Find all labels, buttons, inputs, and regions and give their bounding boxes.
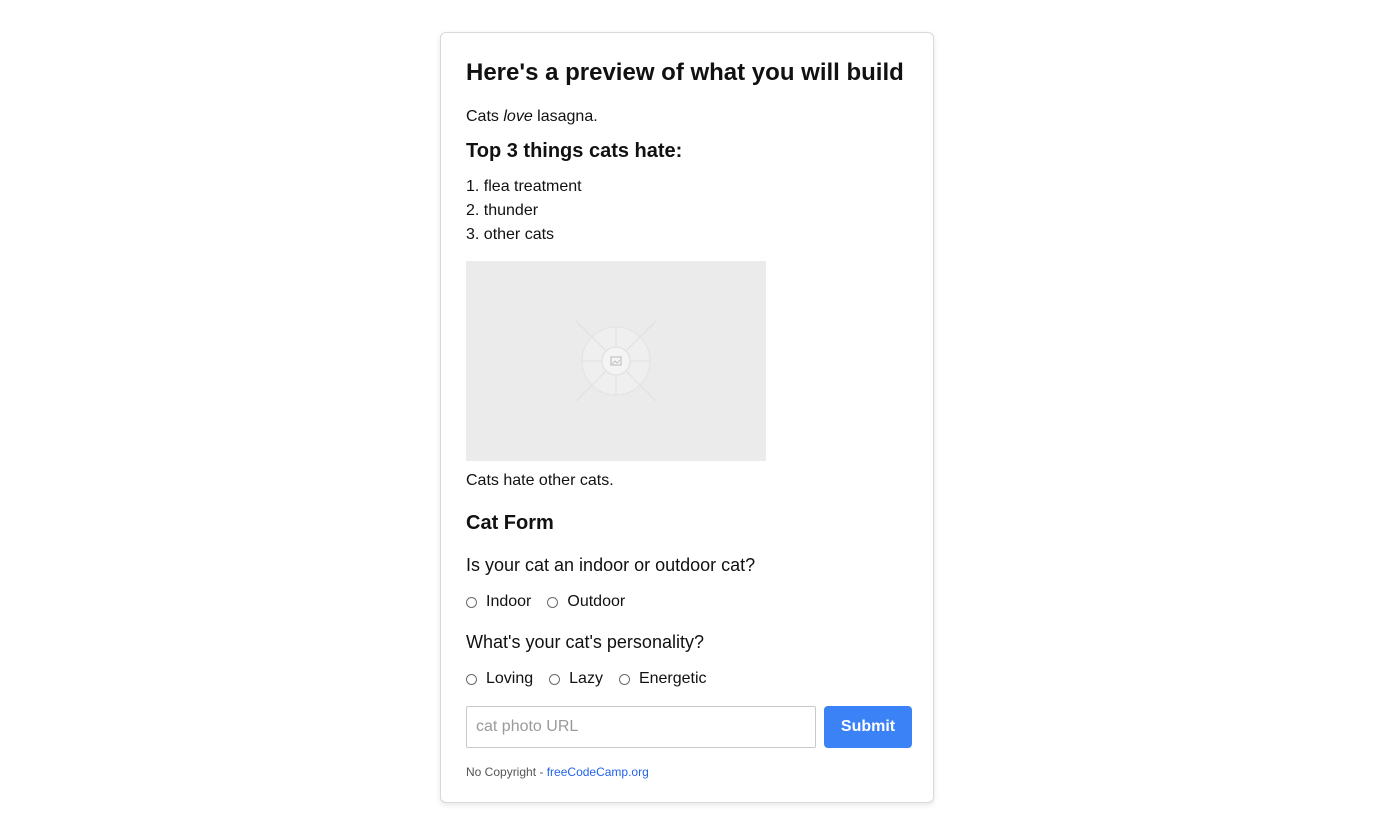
preview-card: Here's a preview of what you will build … xyxy=(440,32,934,803)
image-caption: Cats hate other cats. xyxy=(466,472,614,489)
intro-text: Cats love lasagna. xyxy=(466,108,598,126)
image-placeholder-icon xyxy=(466,261,766,461)
radio-indoor[interactable]: Indoor xyxy=(466,590,531,614)
cat-image-placeholder xyxy=(466,261,766,461)
radio-indoor-circle[interactable] xyxy=(466,596,477,608)
footer-text: No Copyright - xyxy=(466,765,544,779)
radio-loving[interactable]: Loving xyxy=(466,667,533,691)
intro-prefix: Cats xyxy=(466,108,499,125)
radio-outdoor-label: Outdoor xyxy=(567,593,626,610)
radio-indoor-label: Indoor xyxy=(486,593,532,610)
radio-lazy-label: Lazy xyxy=(569,670,603,687)
hate-heading: Top 3 things cats hate: xyxy=(466,140,683,162)
radio-energetic[interactable]: Energetic xyxy=(618,667,707,691)
personality-question: What's your cat's personality? xyxy=(466,632,704,652)
radio-energetic-label: Energetic xyxy=(638,670,707,687)
list-item: 2. thunder xyxy=(466,202,539,219)
personality-radio-group: Loving Lazy Energetic xyxy=(466,667,723,691)
hate-list: 1. flea treatment 2. thunder 3. other ca… xyxy=(466,175,582,247)
list-item: 1. flea treatment xyxy=(466,178,582,195)
list-item: 3. other cats xyxy=(466,226,555,243)
radio-lazy[interactable]: Lazy xyxy=(549,667,603,691)
radio-lazy-circle[interactable] xyxy=(549,673,561,685)
radio-outdoor[interactable]: Outdoor xyxy=(547,590,625,614)
intro-emphasis: love xyxy=(503,108,533,125)
footer: No Copyright - freeCodeCamp.org xyxy=(466,765,649,779)
location-question: Is your cat an indoor or outdoor cat? xyxy=(466,555,756,575)
radio-loving-label: Loving xyxy=(486,670,534,687)
intro-suffix: lasagna. xyxy=(537,108,598,125)
radio-loving-circle[interactable] xyxy=(466,673,477,685)
form-heading: Cat Form xyxy=(466,512,554,534)
page-title: Here's a preview of what you will build xyxy=(466,59,904,86)
submit-button[interactable]: Submit xyxy=(824,706,912,748)
cat-photo-url-input[interactable] xyxy=(466,706,816,748)
location-radio-group: Indoor Outdoor xyxy=(466,590,641,614)
radio-outdoor-circle[interactable] xyxy=(547,596,559,608)
footer-link[interactable]: freeCodeCamp.org xyxy=(547,765,649,779)
radio-energetic-circle[interactable] xyxy=(618,673,630,685)
